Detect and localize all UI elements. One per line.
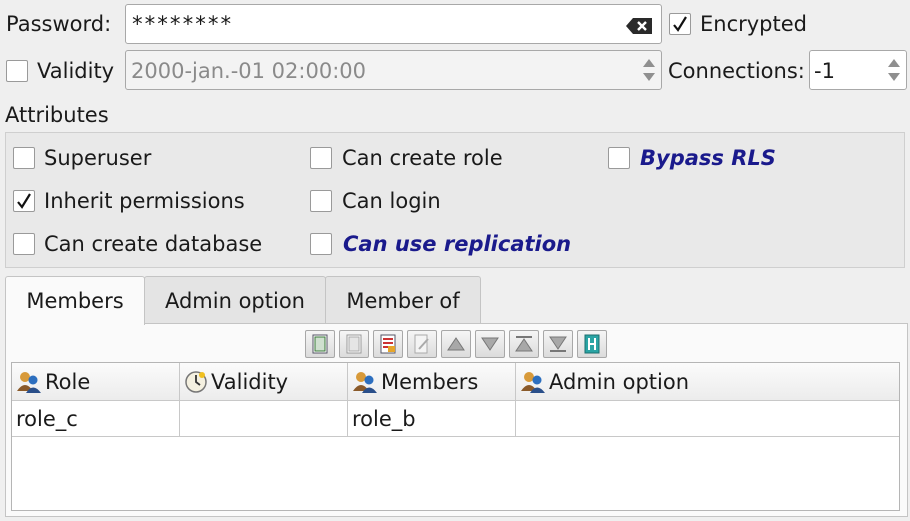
move-down-icon <box>481 337 499 351</box>
can-login-label: Can login <box>342 189 441 213</box>
column-header-role[interactable]: Role <box>12 363 180 401</box>
bypass-rls-checkbox[interactable] <box>608 147 630 169</box>
checkmark-icon <box>17 193 31 209</box>
move-top-button[interactable] <box>509 330 539 358</box>
move-up-icon <box>447 337 465 351</box>
column-header-members[interactable]: Members <box>348 363 516 401</box>
validity-value: 2000-jan.-01 02:00:00 <box>131 59 366 83</box>
column-header-admin-option-label: Admin option <box>549 369 690 394</box>
move-down-button[interactable] <box>475 330 505 358</box>
can-create-role-label: Can create role <box>342 146 503 170</box>
add-row-button[interactable] <box>305 330 335 358</box>
spin-down-icon[interactable] <box>643 73 655 81</box>
table-cell-role[interactable]: role_c <box>12 401 180 437</box>
validity-checkbox[interactable] <box>6 60 28 82</box>
clear-button[interactable] <box>373 330 403 358</box>
connections-label: Connections: <box>668 59 805 83</box>
can-create-role-checkbox[interactable] <box>310 147 332 169</box>
clear-icon <box>380 334 396 354</box>
column-header-admin-option[interactable]: Admin option <box>516 363 899 401</box>
backspace-clear-icon[interactable] <box>625 16 653 40</box>
tab-members[interactable]: Members <box>5 276 145 325</box>
superuser-label: Superuser <box>44 146 152 170</box>
clock-icon <box>185 370 207 393</box>
password-label: Password: <box>6 12 112 36</box>
can-login-checkbox[interactable] <box>310 190 332 212</box>
spin-up-icon[interactable] <box>888 59 900 67</box>
validity-label: Validity <box>37 59 115 83</box>
tab-admin-option[interactable]: Admin option <box>144 276 326 324</box>
can-create-database-label: Can create database <box>44 232 263 256</box>
tab-members-label: Members <box>26 289 124 313</box>
add-row-icon <box>312 334 328 354</box>
bypass-rls-label: Bypass RLS <box>640 146 776 170</box>
connections-value: -1 <box>814 59 835 83</box>
password-value: ******** <box>131 12 233 36</box>
column-header-validity[interactable]: Validity <box>180 363 348 401</box>
connections-spinbox[interactable]: -1 <box>809 50 907 90</box>
validity-spinner[interactable] <box>638 52 660 88</box>
table-cell-members[interactable]: role_b <box>348 401 516 437</box>
move-bottom-button[interactable] <box>543 330 573 358</box>
spin-down-icon[interactable] <box>888 73 900 81</box>
inherit-permissions-checkbox[interactable] <box>13 190 35 212</box>
can-create-database-checkbox[interactable] <box>13 233 35 255</box>
members-table[interactable]: Role Validity Members Admin option role_… <box>11 362 900 511</box>
column-button[interactable] <box>577 330 607 358</box>
can-use-replication-checkbox[interactable] <box>310 233 332 255</box>
checkmark-icon <box>673 16 687 32</box>
tab-admin-option-label: Admin option <box>164 288 305 313</box>
attributes-title: Attributes <box>5 103 109 127</box>
tab-member-of[interactable]: Member of <box>325 276 481 324</box>
move-bottom-icon <box>549 336 567 352</box>
edit-icon <box>414 334 429 354</box>
users-icon <box>17 371 41 393</box>
spin-up-icon[interactable] <box>643 59 655 67</box>
encrypted-checkbox[interactable] <box>669 13 691 35</box>
edit-button[interactable] <box>407 330 437 358</box>
users-icon <box>353 371 377 393</box>
column-header-role-label: Role <box>45 369 91 394</box>
tab-member-of-label: Member of <box>346 288 460 313</box>
table-cell-admin-option[interactable] <box>516 401 899 437</box>
delete-row-button[interactable] <box>339 330 369 358</box>
move-top-icon <box>515 336 533 352</box>
validity-datetime-field[interactable]: 2000-jan.-01 02:00:00 <box>125 50 662 90</box>
users-icon <box>521 371 545 393</box>
column-icon <box>584 334 600 354</box>
inherit-permissions-label: Inherit permissions <box>44 189 245 213</box>
column-header-validity-label: Validity <box>211 369 289 394</box>
delete-row-icon <box>346 334 362 354</box>
move-up-button[interactable] <box>441 330 471 358</box>
can-use-replication-label: Can use replication <box>343 232 572 256</box>
table-cell-validity[interactable] <box>180 401 348 437</box>
connections-spinner[interactable] <box>883 52 905 88</box>
column-header-members-label: Members <box>381 369 479 394</box>
encrypted-label: Encrypted <box>700 12 807 36</box>
superuser-checkbox[interactable] <box>13 147 35 169</box>
password-field[interactable]: ******** <box>125 4 662 44</box>
